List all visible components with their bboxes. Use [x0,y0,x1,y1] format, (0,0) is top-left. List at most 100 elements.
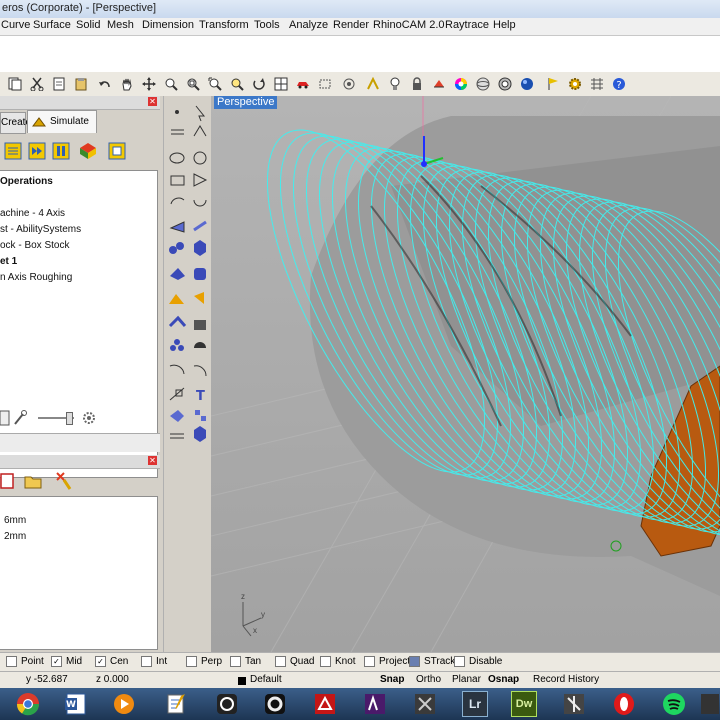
osnap-perp-checkbox[interactable] [186,656,197,667]
operations-list-icon[interactable] [4,142,22,160]
ortho-toggle[interactable]: Ortho [416,674,441,685]
car-icon[interactable] [294,75,312,93]
cut-icon[interactable] [28,75,46,93]
close-icon[interactable]: ✕ [148,97,157,106]
close-icon[interactable]: ✕ [148,456,157,465]
media-player-icon[interactable] [104,690,144,718]
undo-icon[interactable] [96,75,114,93]
osnap-int[interactable]: Int [141,656,167,667]
zoom-window-icon[interactable] [184,75,202,93]
pencil-icon[interactable] [0,410,10,426]
osnap-cen-checkbox[interactable]: ✓ [95,656,106,667]
record-history-toggle[interactable]: Record History [533,674,599,685]
tree-item-stock[interactable]: ock - Box Stock [0,240,69,251]
menu-raytrace[interactable]: Raytrace [445,19,489,31]
wrench-icon[interactable] [13,410,27,426]
app-5-icon[interactable] [207,690,247,718]
menu-mesh[interactable]: Mesh [107,19,134,31]
tree-item-setup[interactable]: et 1 [0,256,17,267]
light-bulb-icon[interactable] [386,75,404,93]
app-16-icon[interactable] [698,690,720,718]
tool-settings-icon[interactable] [54,471,74,491]
settings-gear-icon[interactable] [566,75,584,93]
sphere-render-icon[interactable] [474,75,492,93]
pan-hand-icon[interactable] [118,75,136,93]
menu-tools[interactable]: Tools [254,19,280,31]
grid-tools-icon[interactable] [588,75,606,93]
material-icon[interactable] [430,75,448,93]
bbox-icon[interactable] [316,75,334,93]
lock-icon[interactable] [408,75,426,93]
camera-icon[interactable] [340,75,358,93]
tab-create[interactable]: Create [0,112,31,134]
command-area[interactable] [0,36,720,73]
osnap-project-checkbox[interactable] [364,656,375,667]
current-layer[interactable]: Default [250,674,282,685]
menu-analyze[interactable]: Analyze [289,19,328,31]
move-view-icon[interactable] [140,75,158,93]
zoom-extents-icon[interactable] [206,75,224,93]
paste-icon[interactable] [72,75,90,93]
render-icon[interactable] [518,75,536,93]
osnap-disable[interactable]: Disable [454,656,502,667]
stop-icon[interactable] [108,142,126,160]
object-snap-icon[interactable] [364,75,382,93]
menu-render[interactable]: Render [333,19,369,31]
osnap-perp[interactable]: Perp [186,656,222,667]
folder-icon[interactable] [24,472,42,490]
menu-solid[interactable]: Solid [76,19,100,31]
zoom-selected-icon[interactable] [228,75,246,93]
tab-simulate[interactable]: Simulate [27,110,97,133]
menu-surface[interactable]: Surface [33,19,71,31]
app-9-icon[interactable] [405,690,445,718]
duplicate-icon[interactable] [50,75,68,93]
tool-palette-icons[interactable]: T [164,104,212,444]
menu-curve[interactable]: Curve [1,19,30,31]
lightroom-icon[interactable]: Lr [455,690,495,718]
flag-icon[interactable] [544,75,562,93]
menu-dimension[interactable]: Dimension [142,19,194,31]
menu-rhinocam[interactable]: RhinoCAM 2.0 [373,19,445,31]
tree-item-roughing[interactable]: n Axis Roughing [0,272,72,283]
osnap-quad-checkbox[interactable] [275,656,286,667]
color-wheel-icon[interactable] [452,75,470,93]
osnap-quad[interactable]: Quad [275,656,314,667]
tree-item-machine[interactable]: achine - 4 Axis [0,208,65,219]
osnap-mid-checkbox[interactable]: ✓ [51,656,62,667]
osnap-toggle[interactable]: Osnap [488,674,519,685]
speed-slider-handle[interactable] [66,412,73,425]
help-icon[interactable]: ? [610,75,628,93]
app-6-icon[interactable] [255,690,295,718]
osnap-cen[interactable]: ✓ Cen [95,656,128,667]
opera-icon[interactable] [604,690,644,718]
acrobat-icon[interactable] [305,690,345,718]
osnap-tan[interactable]: Tan [230,656,261,667]
osnap-project[interactable]: Project [364,656,410,667]
rotate-view-icon[interactable] [250,75,268,93]
osnap-strack[interactable]: STrack [409,656,455,667]
osnap-mid[interactable]: ✓ Mid [51,656,82,667]
perspective-viewport[interactable]: Perspective z y x [211,96,720,652]
chrome-icon[interactable] [8,690,48,718]
planar-toggle[interactable]: Planar [452,674,481,685]
osnap-knot[interactable]: Knot [320,656,356,667]
osnap-int-checkbox[interactable] [141,656,152,667]
tool-library-icon[interactable] [0,472,14,490]
osnap-disable-checkbox[interactable] [454,656,465,667]
zoom-icon[interactable] [162,75,180,93]
viewport-canvas[interactable] [211,96,720,652]
menu-help[interactable]: Help [493,19,516,31]
osnap-tan-checkbox[interactable] [230,656,241,667]
tree-item-post[interactable]: st - AbilitySystems [0,224,81,235]
illustrator-icon[interactable] [355,690,395,718]
snap-toggle[interactable]: Snap [380,674,404,685]
osnap-point-checkbox[interactable] [6,656,17,667]
dreamweaver-icon[interactable]: Dw [504,690,544,718]
spotify-icon[interactable] [654,690,694,718]
osnap-point[interactable]: Point [6,656,44,667]
four-viewports-icon[interactable] [272,75,290,93]
copy-icon[interactable] [6,75,24,93]
viewport-title[interactable]: Perspective [214,96,278,109]
pause-icon[interactable] [52,142,70,160]
app-12-icon[interactable] [554,690,594,718]
